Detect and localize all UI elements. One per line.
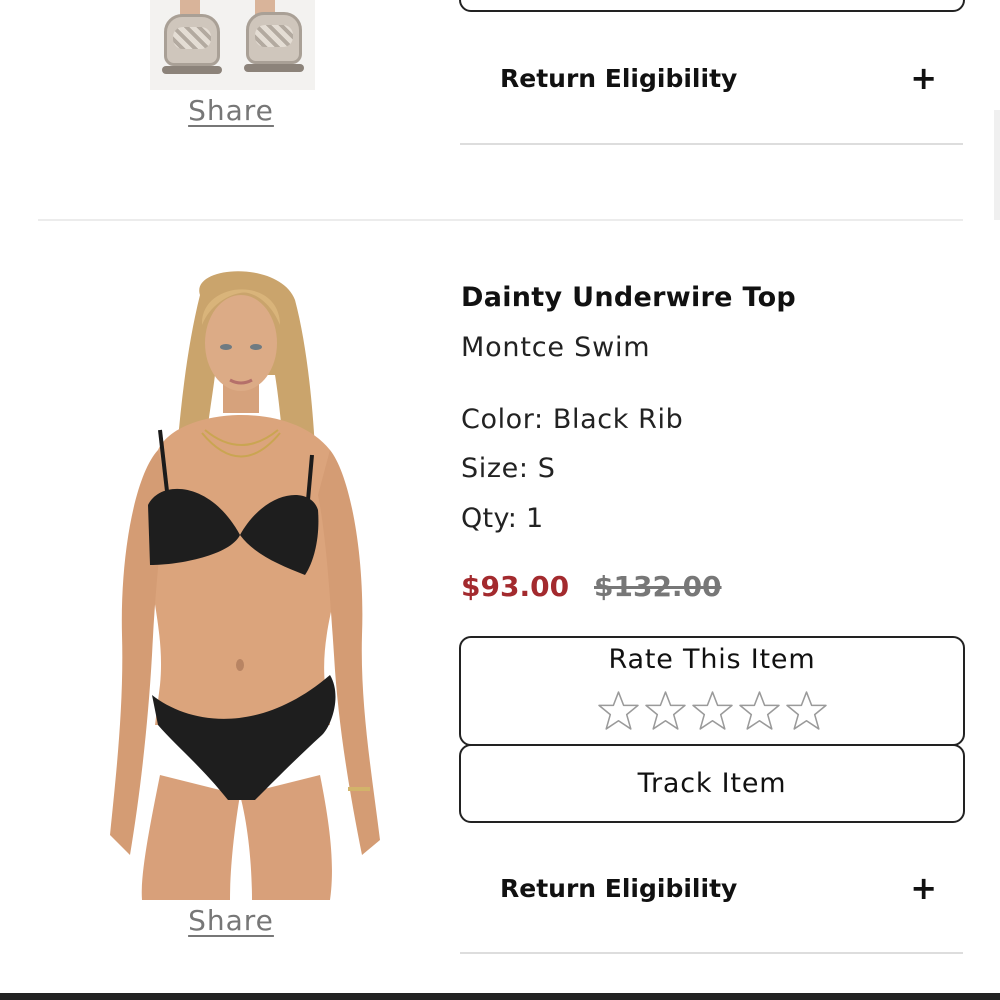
- star-5-icon[interactable]: [785, 690, 827, 731]
- star-2-icon[interactable]: [644, 690, 686, 731]
- model-swimwear-photo: [110, 271, 380, 900]
- return-eligibility-label: Return Eligibility: [500, 873, 738, 903]
- order-items-page: Share Return Eligibility + Share Dainty …: [0, 0, 1000, 1000]
- product-color: Color: Black Rib: [461, 404, 684, 435]
- bottom-edge: [0, 993, 1000, 1000]
- return-eligibility-toggle[interactable]: Return Eligibility +: [460, 844, 963, 932]
- product-brand: Montce Swim: [461, 332, 651, 363]
- divider: [460, 143, 963, 145]
- rate-item-panel: Rate This Item: [459, 636, 965, 746]
- previous-item-image[interactable]: [150, 0, 315, 90]
- previous-item-return-eligibility-toggle[interactable]: Return Eligibility +: [460, 34, 963, 122]
- plus-icon: +: [910, 59, 937, 97]
- product-image[interactable]: [80, 255, 400, 900]
- scrollbar-edge: [994, 110, 1000, 220]
- track-item-button[interactable]: Track Item: [459, 744, 965, 823]
- sale-price: $93.00: [461, 570, 570, 603]
- share-link[interactable]: Share: [161, 904, 301, 937]
- product-title[interactable]: Dainty Underwire Top: [461, 282, 796, 313]
- rate-item-label: Rate This Item: [608, 644, 816, 675]
- item-separator: [38, 219, 963, 221]
- product-qty: Qty: 1: [461, 503, 544, 534]
- divider: [460, 952, 963, 954]
- plus-icon: +: [910, 869, 937, 907]
- star-3-icon[interactable]: [691, 690, 733, 731]
- original-price: $132.00: [594, 570, 722, 603]
- star-4-icon[interactable]: [738, 690, 780, 731]
- previous-item-share-link[interactable]: Share: [161, 94, 301, 127]
- star-1-icon[interactable]: [597, 690, 639, 731]
- product-size: Size: S: [461, 453, 556, 484]
- previous-item-track-button-edge[interactable]: [459, 0, 965, 12]
- return-eligibility-label: Return Eligibility: [500, 63, 738, 93]
- star-rating: [461, 690, 963, 731]
